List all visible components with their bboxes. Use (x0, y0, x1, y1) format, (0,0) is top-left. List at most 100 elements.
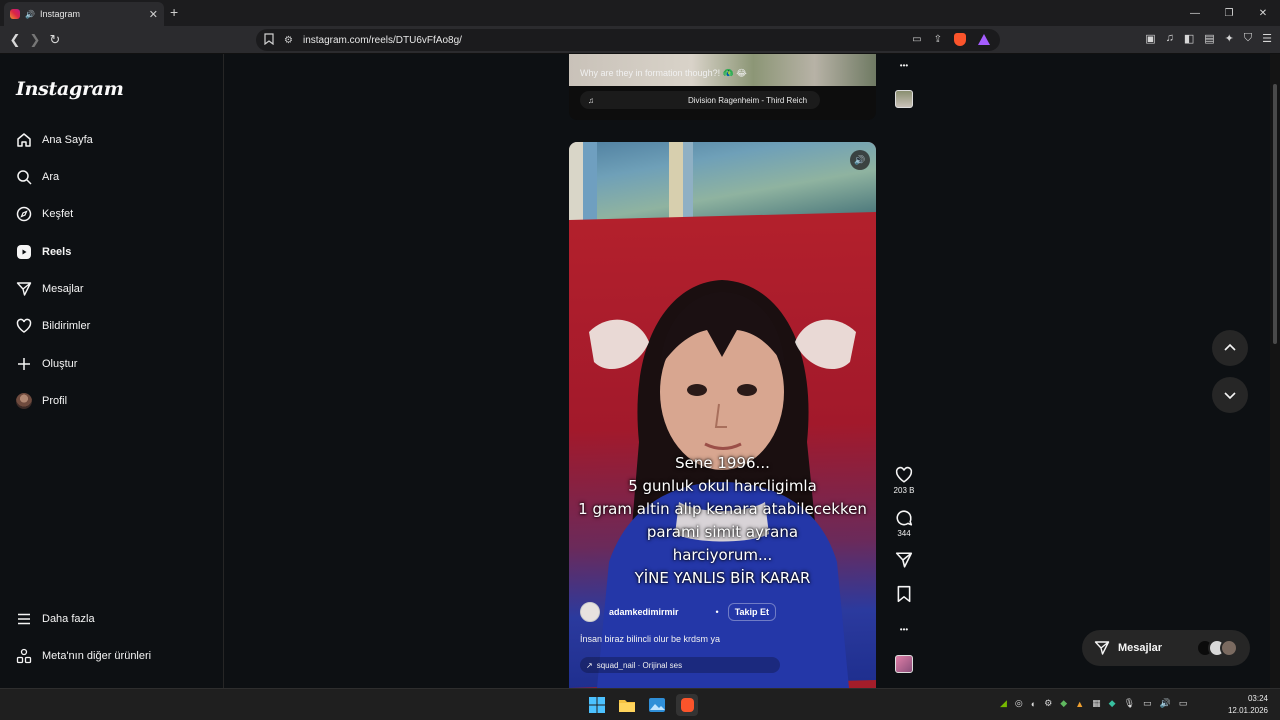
reel-audio-thumb[interactable] (890, 655, 918, 673)
window-controls: — ❐ ✕ (1178, 0, 1280, 26)
tray-app-icon[interactable]: ▦ (1092, 698, 1101, 709)
volume-icon[interactable]: 🔊 (1160, 698, 1171, 709)
tray-app-icon[interactable]: ◐ (1031, 699, 1036, 709)
tray-app-icon[interactable]: ▲ (1075, 699, 1084, 709)
back-button[interactable]: ❮ (6, 31, 24, 49)
taskbar-apps (586, 694, 698, 716)
messages-floating-button[interactable]: Mesajlar (1082, 630, 1250, 666)
save-button[interactable] (890, 585, 918, 603)
wallet-icon[interactable]: ▤ (1204, 32, 1214, 45)
messages-label: Mesajlar (1118, 642, 1163, 654)
windows-taskbar: ◢ ◎ ◐ ⚙ ◆ ▲ ▦ ◆ 🎙 ▭ 🔊 ▭ 03:24 12.01.2026 (0, 688, 1280, 720)
minimize-button[interactable]: — (1178, 0, 1212, 26)
reel-actions: ••• 203 B 344 ••• (890, 54, 918, 688)
sidebar-toggle-icon[interactable]: ◧ (1184, 32, 1194, 45)
battery-icon[interactable]: ▭ (1179, 698, 1188, 709)
author-avatar[interactable] (580, 602, 600, 622)
file-explorer-icon[interactable] (616, 694, 638, 716)
microphone-icon[interactable]: 🎙 (1124, 698, 1135, 709)
menu-icon (16, 611, 32, 627)
nvidia-icon[interactable]: ◢ (1000, 698, 1007, 709)
share-button[interactable] (890, 551, 918, 569)
tray-app-icon[interactable]: ◎ (1015, 698, 1023, 709)
music-note-icon: ♫ (588, 95, 594, 105)
tray-app-icon[interactable]: ◆ (1109, 698, 1116, 709)
reel-video[interactable]: 🔊 Sene 1996... 5 gunluk okul harcligimla… (569, 142, 876, 688)
audio-thumbnail-icon (895, 655, 913, 673)
sidebar-item-search[interactable]: Ara (16, 165, 59, 189)
search-icon (16, 169, 32, 185)
next-reel-button[interactable] (1212, 377, 1248, 413)
more-options-icon: ••• (899, 624, 909, 634)
page-scrollbar[interactable] (1270, 54, 1280, 688)
maximize-button[interactable]: ❐ (1212, 0, 1246, 26)
network-icon[interactable]: ▭ (1143, 698, 1152, 709)
previous-reel-music[interactable]: ♫ Division Ragenheim - Third Reich (580, 91, 820, 109)
audio-thumbnail-icon (895, 90, 913, 108)
sound-toggle-button[interactable]: 🔊 (850, 150, 870, 170)
author-username[interactable]: adamkedimirmir (609, 607, 679, 617)
previous-reel-button[interactable] (1212, 330, 1248, 366)
reload-button[interactable]: ↻ (46, 31, 64, 49)
media-icon[interactable]: ♫ (1166, 32, 1174, 45)
more-options-icon: ••• (899, 60, 909, 70)
avatar (16, 393, 32, 409)
comment-button[interactable]: 344 (890, 509, 918, 538)
cast-icon[interactable]: ▭ (912, 34, 921, 45)
sidebar-item-more[interactable]: Daha fazla (16, 607, 95, 631)
close-window-button[interactable]: ✕ (1246, 0, 1280, 26)
sidebar-item-explore[interactable]: Keşfet (16, 202, 73, 226)
reel-overlay-text: Sene 1996... 5 gunluk okul harcligimla 1… (569, 452, 876, 590)
url-text: instagram.com/reels/DTU6vFfAo8g/ (302, 34, 462, 46)
instagram-logo[interactable]: Instagram (16, 78, 124, 100)
tray-app-icon[interactable]: ◆ (1060, 698, 1067, 709)
sidebar-item-notifications[interactable]: Bildirimler (16, 314, 90, 338)
previous-reel-audio-thumb[interactable] (890, 90, 918, 108)
sidebar-item-label: Ara (42, 171, 60, 183)
speaker-icon[interactable]: 🔊 (25, 10, 35, 19)
new-tab-button[interactable]: + (170, 4, 178, 20)
bookmark-icon[interactable] (264, 32, 274, 48)
follow-button[interactable]: Takip Et (727, 603, 777, 621)
previous-reel-card[interactable]: Why are they in formation though?! 🦚 😂 ♫… (569, 54, 876, 120)
sidebar-item-profile[interactable]: Profil (16, 389, 67, 413)
scrollbar-thumb[interactable] (1273, 84, 1277, 344)
apps-icon (16, 648, 32, 664)
share-icon[interactable]: ⇪ (934, 34, 942, 45)
windows-start-icon[interactable] (586, 694, 608, 716)
tray-app-icon[interactable]: ⚙ (1044, 698, 1052, 709)
tab-search-icon[interactable]: ▣ (1145, 32, 1155, 45)
reel-caption[interactable]: İnsan biraz bilincli olur be krdsm ya (580, 634, 720, 644)
home-icon (16, 132, 32, 148)
previous-reel-more-button[interactable]: ••• (890, 56, 918, 74)
sidebar-item-meta-products[interactable]: Meta'nın diğer ürünleri (16, 644, 151, 668)
previous-reel-caption: Why are they in formation though?! 🦚 😂 (580, 68, 747, 78)
sidebar-item-messages[interactable]: Mesajlar (16, 277, 84, 301)
send-icon (16, 281, 32, 297)
leo-ai-icon[interactable]: ✦ (1225, 32, 1234, 45)
like-count: 203 B (893, 486, 915, 495)
close-tab-icon[interactable]: ✕ (149, 8, 158, 21)
sidebar-item-create[interactable]: Oluştur (16, 352, 77, 376)
more-options-button[interactable]: ••• (890, 620, 918, 638)
overlay-line: harciyorum... (672, 546, 773, 564)
forward-button[interactable]: ❯ (26, 31, 44, 49)
reel-audio[interactable]: ↗ squad_nail · Orijinal ses (580, 657, 780, 673)
url-bar[interactable]: ⚙ instagram.com/reels/DTU6vFfAo8g/ ▭ ⇪ (256, 29, 1000, 51)
sidebar-item-label: Oluştur (42, 358, 78, 370)
brave-rewards-icon[interactable] (978, 34, 990, 45)
vpn-icon[interactable]: ⛉ (1244, 32, 1252, 45)
previous-reel-song: Division Ragenheim - Third Reich (688, 95, 808, 105)
sidebar-item-reels[interactable]: Reels (16, 240, 71, 264)
brave-browser-icon[interactable] (676, 694, 698, 716)
browser-menu-icon[interactable]: ☰ (1262, 32, 1272, 45)
comment-count: 344 (897, 529, 911, 538)
taskbar-clock[interactable]: 03:24 12.01.2026 (1228, 693, 1268, 717)
chevron-up-icon (1224, 343, 1236, 351)
photos-icon[interactable] (646, 694, 668, 716)
site-settings-icon[interactable]: ⚙ (284, 35, 293, 46)
brave-shields-icon[interactable] (954, 33, 966, 46)
sidebar-item-home[interactable]: Ana Sayfa (16, 128, 93, 152)
browser-tab-instagram[interactable]: 🔊 Instagram ✕ (4, 2, 164, 26)
like-button[interactable]: 203 B (890, 466, 918, 495)
